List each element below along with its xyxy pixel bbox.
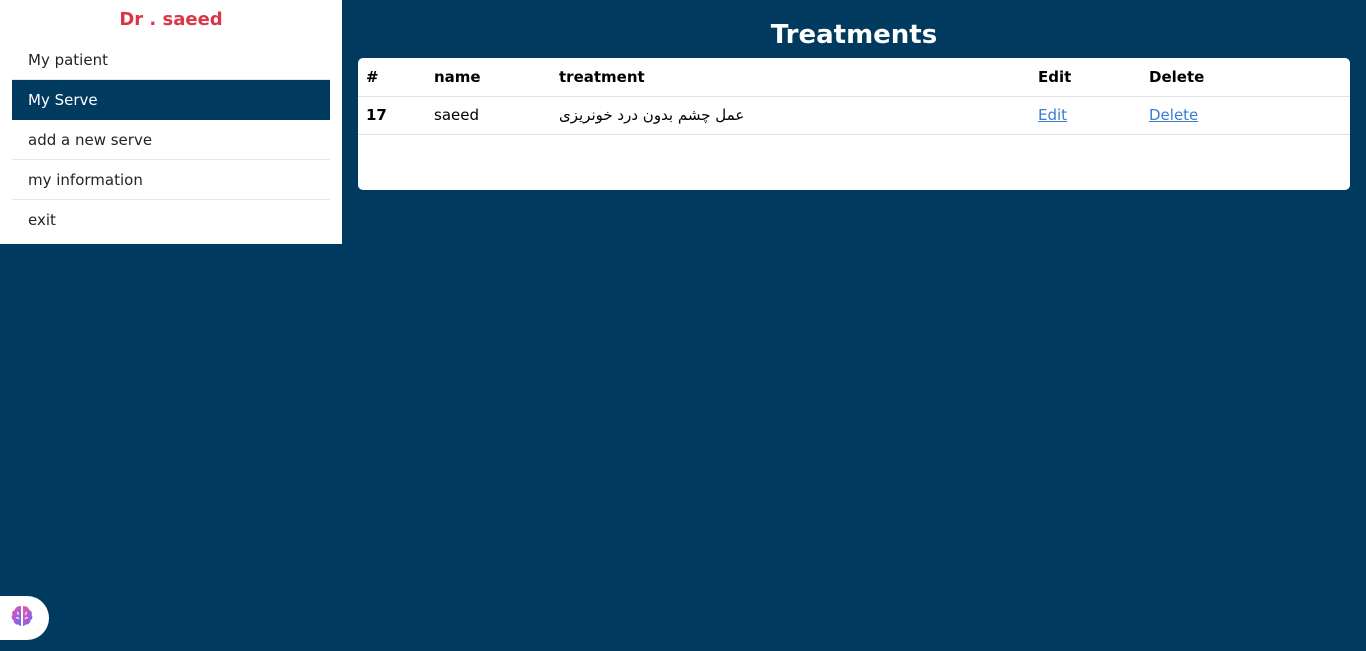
main-content: Treatments # name treatment Edit Delete … [358,0,1350,190]
sidebar-item-my-information[interactable]: my information [12,160,330,200]
col-header-name: name [426,58,551,97]
cell-name: saeed [426,96,551,135]
sidebar-item-exit[interactable]: exit [12,200,330,240]
cell-edit: Edit [1030,96,1141,135]
edit-link[interactable]: Edit [1038,106,1067,124]
cell-delete: Delete [1141,96,1350,135]
col-header-id: # [358,58,426,97]
cell-id: 17 [358,96,426,135]
sidebar-item-my-patient[interactable]: My patient [12,40,330,80]
col-header-delete: Delete [1141,58,1350,97]
table-header-row: # name treatment Edit Delete [358,58,1350,97]
delete-link[interactable]: Delete [1149,106,1198,124]
sidebar-nav: My patient My Serve add a new serve my i… [12,40,330,240]
doctor-name: Dr . saeed [119,9,223,30]
table-row: 17 saeed عمل چشم بدون درد خونریزی Edit D… [358,96,1350,135]
col-header-treatment: treatment [551,58,1030,97]
cell-treatment: عمل چشم بدون درد خونریزی [551,96,1030,135]
col-header-edit: Edit [1030,58,1141,97]
brain-icon [9,603,35,633]
sidebar: Dr . saeed My patient My Serve add a new… [0,0,342,244]
page-title: Treatments [770,20,938,50]
treatments-table: # name treatment Edit Delete 17 saeed عم… [358,58,1350,135]
sidebar-item-my-serve[interactable]: My Serve [12,80,330,120]
sidebar-item-add-new-serve[interactable]: add a new serve [12,120,330,160]
treatments-card: # name treatment Edit Delete 17 saeed عم… [358,58,1350,190]
assistant-button[interactable] [0,596,49,640]
